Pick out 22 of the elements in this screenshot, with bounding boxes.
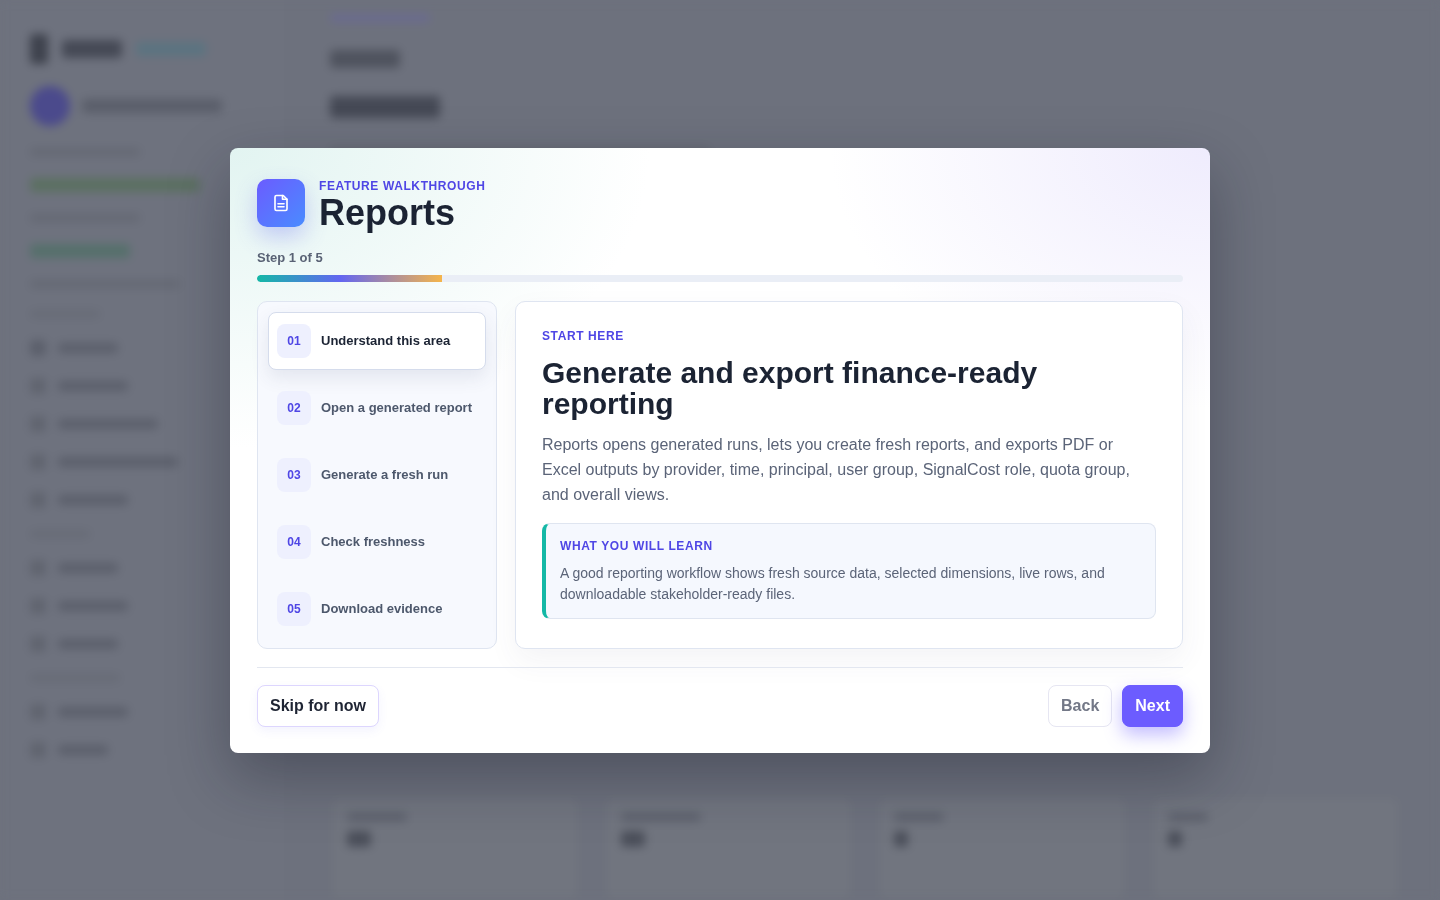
step-item[interactable]: 04 Check freshness xyxy=(268,512,486,571)
step-number: 03 xyxy=(277,457,311,492)
step-counter: Step 1 of 5 xyxy=(257,249,324,266)
back-button[interactable]: Back xyxy=(1048,684,1113,727)
step-number: 02 xyxy=(277,390,311,425)
dialog-eyebrow: FEATURE WALKTHROUGH xyxy=(319,178,486,193)
step-item[interactable]: 05 Download evidence xyxy=(268,579,486,638)
content-heading: Generate and export finance-ready reporting xyxy=(542,356,1039,419)
next-button[interactable]: Next xyxy=(1122,684,1183,727)
content-description: Reports opens generated runs, lets you create fresh reports, and exports PDF or Excel outputs by provider, time, principal, user group, SignalCost role, quota group, and overall views. xyxy=(542,434,1131,505)
step-item[interactable]: 01 Understand this area xyxy=(268,311,486,370)
section-eyebrow: START HERE xyxy=(542,328,625,343)
step-number: 04 xyxy=(277,524,311,559)
callout-title: WHAT YOU WILL LEARN xyxy=(560,538,714,553)
callout-text: A good reporting workflow shows fresh source data, selected dimensions, live rows, and downloadable stakeholder-ready files. xyxy=(560,563,1106,604)
dialog-title: Reports xyxy=(319,194,457,231)
skip-button[interactable]: Skip for now xyxy=(257,684,379,727)
step-item[interactable]: 03 Generate a fresh run xyxy=(268,445,486,504)
document-icon xyxy=(257,178,305,227)
step-number: 05 xyxy=(277,591,311,626)
step-number: 01 xyxy=(277,323,311,358)
step-item[interactable]: 02 Open a generated report xyxy=(268,378,486,437)
